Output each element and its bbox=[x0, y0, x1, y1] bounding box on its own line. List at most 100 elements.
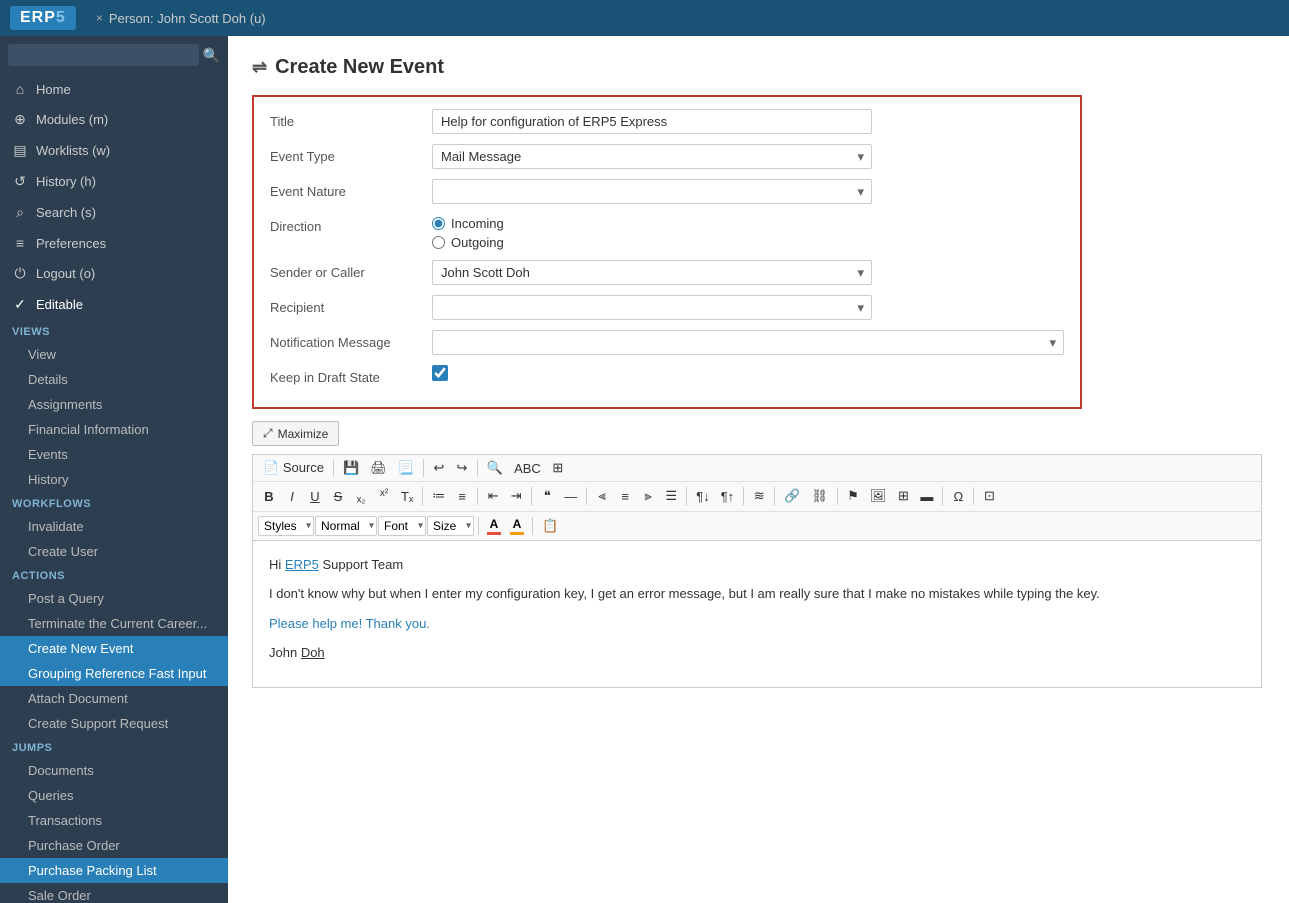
outdent-button[interactable]: ⇤ bbox=[482, 486, 504, 506]
sidebar-item-events[interactable]: Events bbox=[0, 442, 228, 467]
direction-incoming-radio[interactable] bbox=[432, 217, 445, 230]
sidebar-item-logout[interactable]: ⏻ Logout (o) bbox=[0, 258, 228, 289]
sidebar-item-terminate-career[interactable]: Terminate the Current Career... bbox=[0, 611, 228, 636]
maximize-button[interactable]: ⤢ Maximize bbox=[252, 421, 339, 446]
italic-button[interactable]: I bbox=[281, 487, 303, 506]
sidebar-item-preferences[interactable]: ≡ Preferences bbox=[0, 228, 228, 258]
print-button[interactable]: 🖨 bbox=[365, 458, 392, 478]
title-input[interactable] bbox=[432, 109, 872, 134]
bg-color-button[interactable]: A bbox=[506, 515, 528, 537]
show-blocks-button[interactable]: ⊡ bbox=[978, 486, 1000, 506]
table-button[interactable]: ⊞ bbox=[547, 458, 569, 478]
styles-select[interactable]: Styles bbox=[258, 516, 314, 536]
sidebar-item-assignments[interactable]: Assignments bbox=[0, 392, 228, 417]
superscript-button[interactable]: x² bbox=[373, 486, 395, 506]
sidebar-item-worklists[interactable]: ▤ Worklists (w) bbox=[0, 135, 228, 166]
sidebar-item-purchase-order[interactable]: Purchase Order bbox=[0, 833, 228, 858]
sidebar-item-financial-info[interactable]: Financial Information bbox=[0, 417, 228, 442]
title-label: Title bbox=[270, 109, 420, 129]
styles-2-button[interactable]: ≋ bbox=[748, 486, 770, 506]
align-right-button[interactable]: ⫸ bbox=[637, 486, 659, 506]
search-input[interactable] bbox=[8, 44, 199, 66]
sidebar-item-history[interactable]: History bbox=[0, 467, 228, 492]
event-nature-select[interactable] bbox=[432, 179, 872, 204]
sidebar-item-editable[interactable]: ✓ Editable bbox=[0, 289, 228, 320]
ltr-button[interactable]: ¶↓ bbox=[691, 487, 714, 506]
font-color-button[interactable]: A bbox=[483, 515, 505, 537]
align-center-button[interactable]: ≡ bbox=[614, 487, 636, 506]
spell-button[interactable]: ABC bbox=[509, 459, 546, 478]
subscript-button[interactable]: x₂ bbox=[350, 485, 372, 508]
sidebar-item-support-request[interactable]: Create Support Request bbox=[0, 711, 228, 736]
sidebar-item-transactions[interactable]: Transactions bbox=[0, 808, 228, 833]
sidebar-item-home[interactable]: ⌂ Home bbox=[0, 74, 228, 104]
find-button[interactable]: 🔍 bbox=[482, 458, 508, 478]
source-button[interactable]: 📄 Source bbox=[258, 458, 329, 478]
font-select[interactable]: Font bbox=[378, 516, 426, 536]
table2-button[interactable]: ⊞ bbox=[892, 486, 914, 506]
sidebar-item-label: History (h) bbox=[36, 174, 96, 189]
sidebar-item-documents[interactable]: Documents bbox=[0, 758, 228, 783]
sender-select[interactable]: John Scott Doh bbox=[432, 260, 872, 285]
sidebar-item-sale-order[interactable]: Sale Order bbox=[0, 883, 228, 903]
sidebar-item-purchase-packing-list[interactable]: Purchase Packing List bbox=[0, 858, 228, 883]
hr-button[interactable]: ▬ bbox=[915, 487, 938, 506]
sidebar-item-attach-doc[interactable]: Attach Document bbox=[0, 686, 228, 711]
undo-button[interactable]: ↩ bbox=[428, 458, 450, 478]
rtl-button[interactable]: ¶↑ bbox=[716, 487, 739, 506]
separator-8 bbox=[686, 487, 687, 505]
sidebar-item-details[interactable]: Details bbox=[0, 367, 228, 392]
remove-format-button[interactable]: Tₓ bbox=[396, 487, 418, 506]
editor-content[interactable]: Hi ERP5 Support Team I don't know why bu… bbox=[252, 541, 1262, 688]
search-button[interactable]: 🔍 bbox=[203, 47, 220, 64]
indent-button[interactable]: ⇥ bbox=[505, 486, 527, 506]
sidebar-item-grouping-ref[interactable]: Grouping Reference Fast Input bbox=[0, 661, 228, 686]
direction-incoming-label[interactable]: Incoming bbox=[432, 216, 1064, 231]
form-row-recipient: Recipient bbox=[270, 295, 1064, 320]
sidebar-item-history-h[interactable]: ↺ History (h) bbox=[0, 166, 228, 197]
bold-button[interactable]: B bbox=[258, 487, 280, 506]
sidebar-item-view[interactable]: View bbox=[0, 342, 228, 367]
copy-format-button[interactable]: 📋 bbox=[537, 516, 563, 536]
link-button[interactable]: 🔗 bbox=[779, 486, 805, 506]
align-justify-button[interactable]: ☰ bbox=[660, 486, 682, 506]
separator-2 bbox=[423, 459, 424, 477]
strikethrough-button[interactable]: S bbox=[327, 487, 349, 506]
sidebar-item-create-user[interactable]: Create User bbox=[0, 539, 228, 564]
tab-person[interactable]: × Person: John Scott Doh (u) bbox=[86, 7, 276, 30]
logo[interactable]: ERP5 bbox=[10, 6, 76, 30]
direction-outgoing-label[interactable]: Outgoing bbox=[432, 235, 1064, 250]
ordered-list-button[interactable]: ≔ bbox=[427, 486, 450, 506]
event-type-select[interactable]: Mail Message Phone Call Web Message Note bbox=[432, 144, 872, 169]
sidebar-item-create-event[interactable]: Create New Event bbox=[0, 636, 228, 661]
redo-button[interactable]: ↪ bbox=[451, 458, 473, 478]
sidebar-item-search[interactable]: ⌕ Search (s) bbox=[0, 197, 228, 228]
draft-checkbox[interactable] bbox=[432, 365, 448, 381]
sidebar-item-queries[interactable]: Queries bbox=[0, 783, 228, 808]
normal-select[interactable]: Normal bbox=[315, 516, 377, 536]
underline-button[interactable]: U bbox=[304, 487, 326, 506]
template-button[interactable]: 📃 bbox=[393, 458, 419, 478]
sidebar-item-post-query[interactable]: Post a Query bbox=[0, 586, 228, 611]
blockquote-button[interactable]: ❝ bbox=[536, 486, 558, 506]
align-left-button[interactable]: ⫷ bbox=[591, 486, 613, 506]
omega-button[interactable]: Ω bbox=[947, 487, 969, 506]
unlink-button[interactable]: ⛓ bbox=[806, 486, 833, 506]
image-button[interactable]: 🖼 bbox=[865, 486, 892, 506]
separator-11 bbox=[837, 487, 838, 505]
notification-input[interactable] bbox=[432, 330, 1064, 355]
erp5-link[interactable]: ERP5 bbox=[285, 557, 319, 572]
direction-outgoing-radio[interactable] bbox=[432, 236, 445, 249]
tab-close-icon[interactable]: × bbox=[96, 11, 103, 25]
anchor-button[interactable]: ⚑ bbox=[842, 486, 864, 506]
size-select[interactable]: Size bbox=[427, 516, 474, 536]
editor-toolbar: 📄 Source 💾 🖨 📃 ↩ ↪ 🔍 ABC ⊞ B I U bbox=[252, 454, 1262, 541]
topbar: ERP5 × Person: John Scott Doh (u) bbox=[0, 0, 1289, 36]
sidebar-item-modules[interactable]: ⊕ Modules (m) bbox=[0, 104, 228, 135]
recipient-select[interactable] bbox=[432, 295, 872, 320]
save-button[interactable]: 💾 bbox=[338, 458, 364, 478]
divider-button[interactable]: — bbox=[559, 487, 582, 506]
sidebar-item-invalidate[interactable]: Invalidate bbox=[0, 514, 228, 539]
bg-color-letter: A bbox=[513, 517, 522, 531]
unordered-list-button[interactable]: ≡ bbox=[451, 487, 473, 506]
